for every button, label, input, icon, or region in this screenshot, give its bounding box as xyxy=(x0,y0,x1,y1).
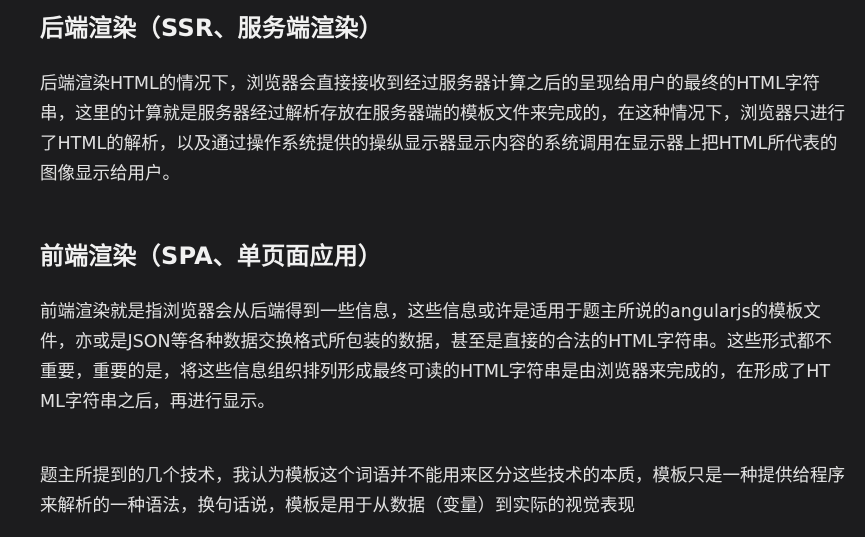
section-heading-spa: 前端渲染（SPA、单页面应用） xyxy=(40,242,383,270)
section-heading-ssr: 后端渲染（SSR、服务端渲染） xyxy=(40,14,383,42)
paragraph-ssr: 后端渲染HTML的情况下，浏览器会直接接收到经过服务器计算之后的呈现给用户的最终… xyxy=(40,74,845,184)
paragraph-spa: 前端渲染就是指浏览器会从后端得到一些信息，这些信息或许是适用于题主所说的angu… xyxy=(40,302,832,412)
article-content: 后端渲染（SSR、服务端渲染） 后端渲染HTML的情况下，浏览器会直接接收到经过… xyxy=(0,0,865,537)
paragraph-template-discussion: 题主所提到的几个技术，我认为模板这个词语并不能用来区分这些技术的本质，模板只是一… xyxy=(40,466,845,516)
